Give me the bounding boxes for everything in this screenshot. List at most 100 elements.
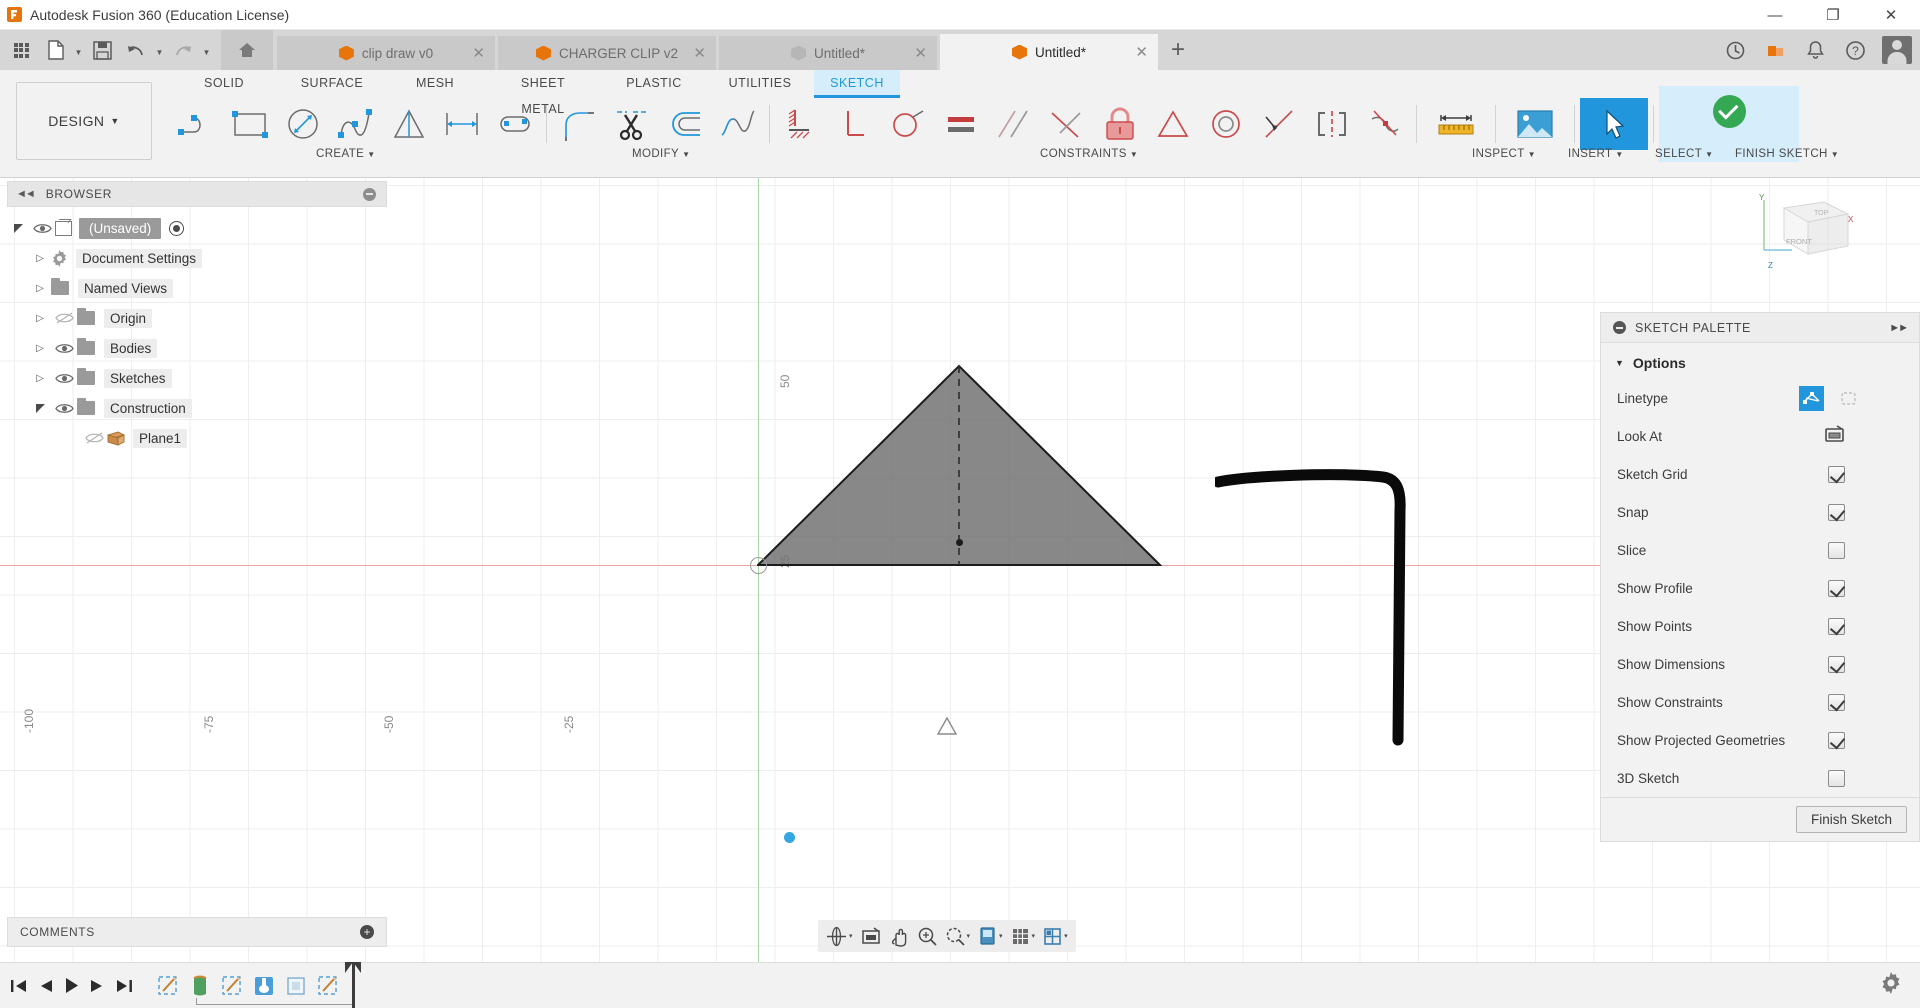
tab-close-icon[interactable]: ✕ bbox=[693, 46, 706, 61]
maximize-button[interactable]: ❐ bbox=[1804, 0, 1862, 30]
job-status-icon[interactable] bbox=[1716, 30, 1754, 70]
rectangle-icon[interactable] bbox=[223, 98, 276, 150]
minimize-icon[interactable] bbox=[363, 188, 376, 201]
measure-ruler-icon[interactable] bbox=[1422, 98, 1490, 150]
revolve-feature-icon[interactable] bbox=[251, 973, 279, 999]
chevron-down-icon[interactable]: ▾ bbox=[1064, 932, 1068, 940]
orbit-icon[interactable]: ▾ bbox=[822, 920, 857, 952]
document-tab-2[interactable]: Untitled* ✕ bbox=[719, 36, 937, 70]
tab-solid[interactable]: SOLID bbox=[170, 70, 278, 96]
step-forward-icon[interactable] bbox=[90, 978, 105, 994]
circle-diameter-icon[interactable] bbox=[276, 98, 329, 150]
timeline-settings-gear-icon[interactable] bbox=[1880, 972, 1902, 999]
origin-point[interactable] bbox=[750, 557, 767, 574]
step-back-icon[interactable] bbox=[38, 978, 53, 994]
document-tab-0[interactable]: clip draw v0 ✕ bbox=[277, 36, 495, 70]
show-dimensions-checkbox[interactable] bbox=[1828, 656, 1845, 673]
browser-item-document-settings[interactable]: ▷ Document Settings bbox=[7, 243, 387, 273]
minimize-button[interactable]: — bbox=[1746, 0, 1804, 30]
play-icon[interactable] bbox=[64, 977, 79, 994]
sketch-point-selected[interactable] bbox=[784, 832, 795, 843]
plane-feature-icon[interactable] bbox=[283, 973, 311, 999]
jump-to-beginning-icon[interactable] bbox=[10, 978, 27, 994]
parallel-constraint-icon[interactable] bbox=[987, 98, 1040, 150]
tab-mesh[interactable]: MESH bbox=[386, 70, 484, 96]
eye-hidden-icon[interactable] bbox=[81, 431, 107, 445]
sketch-point[interactable] bbox=[956, 539, 963, 546]
snap-checkbox[interactable] bbox=[1828, 504, 1845, 521]
comments-panel[interactable]: COMMENTS + bbox=[7, 917, 387, 947]
undo-caret-icon[interactable]: ▼ bbox=[153, 30, 166, 70]
finish-sketch-check-icon[interactable] bbox=[1713, 95, 1746, 128]
notifications-icon[interactable] bbox=[1796, 30, 1834, 70]
account-avatar[interactable] bbox=[1882, 36, 1912, 64]
zoom-icon[interactable] bbox=[913, 920, 941, 952]
trim-scissors-icon[interactable] bbox=[605, 98, 658, 150]
palette-expand-right-icon[interactable]: ►► bbox=[1889, 322, 1907, 334]
coincident-constraint-icon[interactable] bbox=[828, 98, 881, 150]
palette-minimize-icon[interactable] bbox=[1613, 321, 1626, 334]
add-comment-icon[interactable]: + bbox=[360, 925, 374, 939]
midpoint-constraint-icon[interactable] bbox=[1146, 98, 1199, 150]
sketch-dimension-icon[interactable] bbox=[435, 98, 488, 150]
perpendicular-constraint-icon[interactable] bbox=[1040, 98, 1093, 150]
chevron-down-icon[interactable]: ▾ bbox=[999, 932, 1003, 940]
tab-surface[interactable]: SURFACE bbox=[278, 70, 386, 96]
undo-icon[interactable] bbox=[119, 30, 153, 70]
browser-item-origin[interactable]: ▷ Origin bbox=[7, 303, 387, 333]
chevron-down-icon[interactable]: ▾ bbox=[967, 932, 971, 940]
sketch-feature-icon[interactable] bbox=[315, 973, 343, 999]
select-cursor-icon[interactable] bbox=[1580, 98, 1648, 150]
tab-sketch[interactable]: SKETCH bbox=[814, 70, 900, 96]
eye-visible-icon[interactable] bbox=[51, 342, 77, 355]
collapse-left-icon[interactable]: ◄◄ bbox=[16, 188, 34, 200]
normal-linetype-button[interactable] bbox=[1799, 386, 1824, 411]
slice-checkbox[interactable] bbox=[1828, 542, 1845, 559]
curvature-constraint-icon[interactable] bbox=[1358, 98, 1411, 150]
workspace-switcher[interactable]: DESIGN ▼ bbox=[16, 82, 152, 160]
redo-caret-icon[interactable]: ▼ bbox=[200, 30, 213, 70]
app-grid-icon[interactable] bbox=[4, 30, 38, 70]
tab-close-icon[interactable]: ✕ bbox=[1135, 45, 1148, 60]
display-settings-icon[interactable]: ▾ bbox=[974, 920, 1007, 952]
sketch-grid-checkbox[interactable] bbox=[1828, 466, 1845, 483]
eye-visible-icon[interactable] bbox=[51, 372, 77, 385]
equal-constraint-icon[interactable] bbox=[934, 98, 987, 150]
insert-canvas-image-icon[interactable] bbox=[1501, 98, 1569, 150]
home-icon[interactable] bbox=[221, 30, 273, 70]
offset-icon[interactable] bbox=[658, 98, 711, 150]
active-component-radio[interactable] bbox=[169, 221, 184, 236]
expand-triangle-icon[interactable]: ▷ bbox=[29, 253, 51, 264]
add-tab-button[interactable]: + bbox=[1161, 30, 1195, 70]
fillet-icon[interactable] bbox=[552, 98, 605, 150]
expand-triangle-icon[interactable]: ▷ bbox=[29, 373, 51, 384]
slot-icon[interactable] bbox=[488, 98, 541, 150]
eye-visible-icon[interactable] bbox=[29, 222, 55, 235]
symmetry-constraint-icon[interactable] bbox=[1305, 98, 1358, 150]
eye-hidden-icon[interactable] bbox=[51, 311, 77, 325]
close-button[interactable]: ✕ bbox=[1862, 0, 1920, 30]
look-at-icon[interactable] bbox=[857, 920, 885, 952]
zoom-window-icon[interactable]: ▾ bbox=[941, 920, 975, 952]
extrude-feature-icon[interactable] bbox=[187, 973, 215, 999]
sketch-feature-icon[interactable] bbox=[155, 973, 183, 999]
redo-icon[interactable] bbox=[166, 30, 200, 70]
new-document-icon[interactable] bbox=[38, 30, 72, 70]
horizontal-vertical-constraint-icon[interactable] bbox=[775, 98, 828, 150]
browser-item-plane1[interactable]: Plane1 bbox=[7, 423, 387, 453]
jump-to-end-icon[interactable] bbox=[116, 978, 133, 994]
show-points-checkbox[interactable] bbox=[1828, 618, 1845, 635]
chevron-down-icon[interactable]: ▾ bbox=[849, 932, 853, 940]
browser-item-sketches[interactable]: ▷ Sketches bbox=[7, 363, 387, 393]
extensions-icon[interactable] bbox=[1756, 30, 1794, 70]
collapse-triangle-icon[interactable] bbox=[7, 224, 29, 233]
filled-grey-triangle-profile[interactable] bbox=[757, 363, 1177, 573]
show-projected-geometries-checkbox[interactable] bbox=[1828, 732, 1845, 749]
document-tab-3[interactable]: Untitled* ✕ bbox=[940, 34, 1158, 70]
document-tab-1[interactable]: CHARGER CLIP v2 ✕ bbox=[498, 36, 716, 70]
help-icon[interactable]: ? bbox=[1836, 30, 1874, 70]
polygon-icon[interactable] bbox=[382, 98, 435, 150]
pan-icon[interactable] bbox=[885, 920, 913, 952]
timeline-marker[interactable] bbox=[352, 962, 355, 1008]
save-icon[interactable] bbox=[85, 30, 119, 70]
